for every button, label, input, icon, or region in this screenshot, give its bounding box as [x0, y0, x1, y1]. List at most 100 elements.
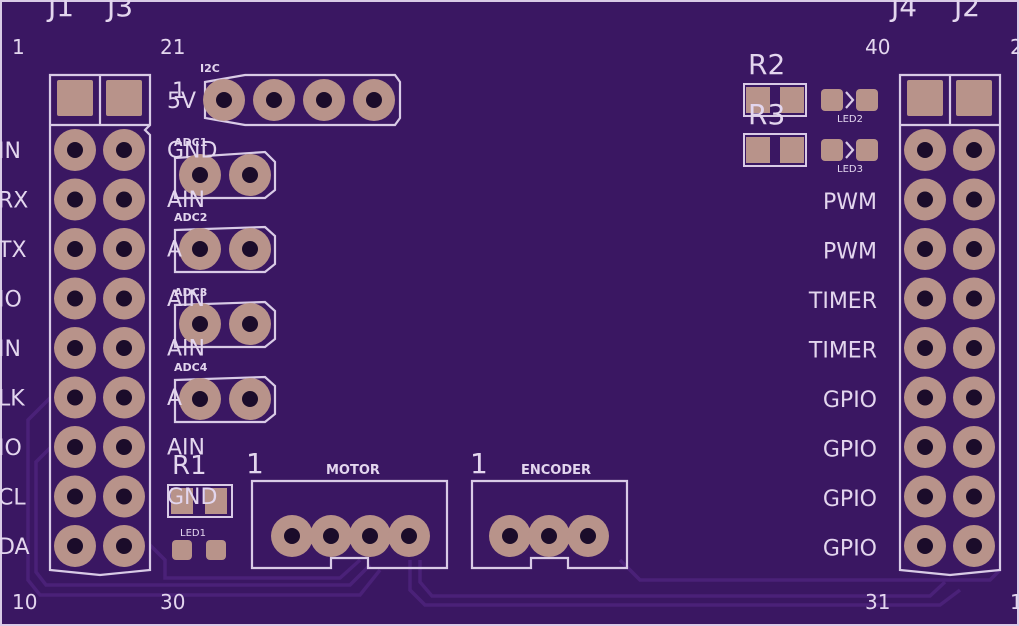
pin-label: A: [167, 238, 182, 263]
pad: [103, 277, 145, 320]
pin-number: 30: [160, 590, 185, 614]
adc4-label: ADC4: [174, 361, 208, 374]
pad: [103, 129, 145, 171]
pad: [904, 228, 946, 270]
pad: [54, 277, 96, 320]
pad: [904, 475, 946, 518]
pad: [953, 475, 995, 518]
pad: [528, 515, 570, 557]
pad: [904, 178, 946, 221]
pin-label: 5V: [167, 89, 196, 114]
pad: [179, 228, 221, 270]
pin-label: GPIO: [823, 388, 877, 413]
pin-label: AIN: [167, 436, 205, 461]
pad: [54, 426, 96, 468]
pad: [567, 515, 609, 557]
i2c-label: I2C: [200, 62, 220, 75]
pad: [229, 154, 271, 196]
pin-label: PWM: [823, 240, 877, 265]
pin-label: IN: [0, 337, 21, 362]
pad: [953, 228, 995, 270]
pad: [904, 426, 946, 468]
pad: [54, 178, 96, 221]
pad: [106, 80, 142, 116]
pad: [103, 327, 145, 369]
pad: [54, 475, 96, 518]
pin-number: 10: [12, 590, 37, 614]
pad: [953, 277, 995, 320]
pad: [953, 426, 995, 468]
pin-label: A: [167, 386, 182, 411]
pad: [303, 79, 345, 121]
pin-label: GPIO: [823, 487, 877, 512]
pad: [54, 525, 96, 567]
pad: [103, 426, 145, 468]
pad: [54, 228, 96, 270]
pad: [953, 525, 995, 567]
pcb-board: I2C 1 ADC1 ADC2 ADC3 ADC4 MOTOR 1 ENCODE…: [0, 0, 1019, 626]
pad: [821, 139, 843, 161]
pad: [956, 80, 992, 116]
pin-number: 2: [1010, 35, 1019, 59]
pad: [103, 376, 145, 419]
pin-number: 40: [865, 35, 890, 59]
pad: [388, 515, 430, 557]
pad: [54, 376, 96, 419]
pin-label: TIMER: [808, 289, 877, 314]
pad: [953, 327, 995, 369]
pad: [856, 89, 878, 111]
pad: [746, 137, 770, 163]
pad: [172, 540, 192, 560]
pad: [904, 327, 946, 369]
pad: [856, 139, 878, 161]
pin-number: 1: [1010, 590, 1019, 614]
led2-label: LED2: [837, 114, 863, 125]
pad: [953, 178, 995, 221]
pcb-layout: I2C 1 ADC1 ADC2 ADC3 ADC4 MOTOR 1 ENCODE…: [0, 0, 1019, 626]
pin-label: CL: [0, 486, 26, 511]
pad: [489, 515, 531, 557]
motor-pin1-marker: 1: [246, 447, 264, 480]
pad: [821, 89, 843, 111]
pad: [229, 303, 271, 345]
led3-label: LED3: [837, 164, 863, 175]
pin-label: TX: [0, 238, 27, 263]
pin-label: AIN: [167, 188, 205, 213]
pin-number: 31: [865, 590, 890, 614]
pad: [203, 79, 245, 121]
pad: [904, 525, 946, 567]
pad: [103, 228, 145, 270]
pad: [953, 129, 995, 171]
pin-label: AIN: [167, 337, 205, 362]
pad: [353, 79, 395, 121]
header-label-j1: J1: [46, 0, 74, 23]
pad: [54, 129, 96, 171]
pad: [271, 515, 313, 557]
encoder-pin1-marker: 1: [470, 447, 488, 480]
pad: [229, 378, 271, 420]
header-label-j2: J2: [952, 0, 980, 23]
pad: [206, 540, 226, 560]
pin-label: IN: [0, 139, 21, 164]
pin-label: AIN: [167, 287, 205, 312]
pin-label: DA: [0, 535, 30, 560]
pad: [953, 376, 995, 419]
pin-label: LK: [0, 387, 25, 412]
pin-label: GPIO: [823, 537, 877, 562]
led1-label: LED1: [180, 528, 206, 539]
pin-label: GND: [167, 485, 217, 510]
pin-number: 1: [12, 35, 25, 59]
pad: [57, 80, 93, 116]
encoder-label: ENCODER: [521, 463, 591, 478]
pad: [310, 515, 352, 557]
header-label-j3: J3: [105, 0, 133, 23]
pin-label: IO: [0, 436, 22, 461]
pad: [179, 378, 221, 420]
pin-label: TIMER: [808, 339, 877, 364]
pin-number: 21: [160, 35, 185, 59]
pin-label: IO: [0, 288, 22, 313]
pin-label: PWM: [823, 190, 877, 215]
pad: [103, 525, 145, 567]
pin-label: GPIO: [823, 438, 877, 463]
pad: [54, 327, 96, 369]
